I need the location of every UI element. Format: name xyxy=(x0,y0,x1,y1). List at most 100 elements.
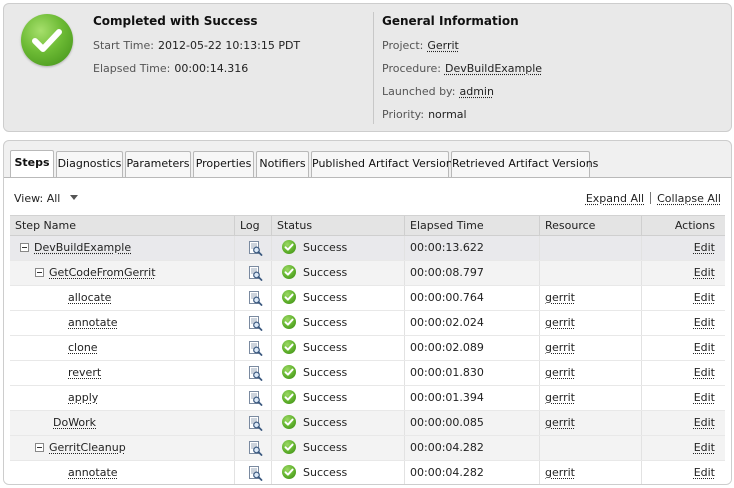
step-name-cell: GerritCleanup xyxy=(10,436,235,460)
edit-link[interactable]: Edit xyxy=(694,441,715,454)
log-magnifier-icon[interactable] xyxy=(247,265,263,281)
elapsed-time-cell: 00:00:02.089 xyxy=(405,336,540,360)
step-name-link[interactable]: annotate xyxy=(68,461,118,484)
log-magnifier-icon[interactable] xyxy=(247,290,263,306)
resource-link[interactable]: gerrit xyxy=(545,391,575,404)
log-magnifier-icon[interactable] xyxy=(247,365,263,381)
resource-link[interactable]: gerrit xyxy=(545,341,575,354)
step-name-link[interactable]: allocate xyxy=(68,286,111,310)
step-name-link[interactable]: annotate xyxy=(68,311,118,335)
step-name-link[interactable]: apply xyxy=(68,386,98,410)
edit-link[interactable]: Edit xyxy=(694,366,715,379)
step-name-link[interactable]: GetCodeFromGerrit xyxy=(49,261,156,285)
step-name-link[interactable]: revert xyxy=(68,361,101,385)
status-cell: Success xyxy=(272,361,405,385)
step-name-link[interactable]: DoWork xyxy=(53,411,96,435)
col-elapsed-time[interactable]: Elapsed Time xyxy=(405,216,540,235)
log-magnifier-icon[interactable] xyxy=(247,440,263,456)
edit-link[interactable]: Edit xyxy=(694,241,715,254)
collapse-minus-icon[interactable] xyxy=(20,243,29,252)
resource-cell: gerrit xyxy=(540,286,642,310)
resource-link[interactable]: gerrit xyxy=(545,416,575,429)
check-circle-icon xyxy=(282,265,296,279)
view-value[interactable]: All xyxy=(47,192,61,205)
resource-link[interactable]: gerrit xyxy=(545,316,575,329)
elapsed-time-value: 00:00:14.316 xyxy=(174,62,249,75)
tab-notifiers[interactable]: Notifiers xyxy=(256,151,309,177)
tab-retrieved-artifact-versions[interactable]: Retrieved Artifact Versions xyxy=(451,151,598,177)
table-row: annotate Success 00:00:02.024 gerrit Edit xyxy=(10,311,725,336)
status-text: Success xyxy=(303,441,348,454)
collapse-all-link[interactable]: Collapse All xyxy=(657,192,721,205)
procedure-label: Procedure: xyxy=(382,62,441,75)
expand-all-link[interactable]: Expand All xyxy=(586,192,644,205)
status-text: Success xyxy=(303,316,348,329)
edit-link[interactable]: Edit xyxy=(694,291,715,304)
status-text: Success xyxy=(303,366,348,379)
step-name-link[interactable]: DevBuildExample xyxy=(34,236,131,260)
check-circle-icon xyxy=(282,365,296,379)
col-status[interactable]: Status xyxy=(272,216,405,235)
table-body: DevBuildExample Success 00:00:13.622 Edit Ge… xyxy=(10,236,725,484)
table-row: annotate Success 00:00:04.282 gerrit Edit xyxy=(10,461,725,484)
actions-cell: Edit xyxy=(642,436,725,460)
check-circle-icon xyxy=(282,340,296,354)
priority-value: normal xyxy=(428,108,467,121)
log-magnifier-icon[interactable] xyxy=(247,240,263,256)
expand-collapse-links: Expand All Collapse All xyxy=(586,192,721,205)
edit-link[interactable]: Edit xyxy=(694,266,715,279)
tab-bar: Steps Diagnostics Parameters Properties … xyxy=(4,141,731,178)
tab-steps[interactable]: Steps xyxy=(10,150,54,178)
step-name-link[interactable]: clone xyxy=(68,336,98,360)
elapsed-time-cell: 00:00:01.394 xyxy=(405,386,540,410)
log-magnifier-icon[interactable] xyxy=(247,415,263,431)
log-magnifier-icon[interactable] xyxy=(247,465,263,481)
tab-diagnostics[interactable]: Diagnostics xyxy=(56,151,123,177)
log-magnifier-icon[interactable] xyxy=(247,390,263,406)
edit-link[interactable]: Edit xyxy=(694,391,715,404)
elapsed-time-cell: 00:00:00.764 xyxy=(405,286,540,310)
log-magnifier-icon[interactable] xyxy=(247,340,263,356)
launched-by-link[interactable]: admin xyxy=(459,85,493,98)
actions-cell: Edit xyxy=(642,361,725,385)
log-cell xyxy=(235,311,272,335)
chevron-down-icon[interactable] xyxy=(69,195,78,200)
status-text: Success xyxy=(303,341,348,354)
log-cell xyxy=(235,386,272,410)
resource-cell: gerrit xyxy=(540,311,642,335)
edit-link[interactable]: Edit xyxy=(694,341,715,354)
col-log[interactable]: Log xyxy=(235,216,272,235)
table-header: Step Name Log Status Elapsed Time Resour… xyxy=(10,215,725,236)
table-row: GetCodeFromGerrit Success 00:00:08.797 Edit xyxy=(10,261,725,286)
edit-link[interactable]: Edit xyxy=(694,316,715,329)
actions-cell: Edit xyxy=(642,411,725,435)
resource-link[interactable]: gerrit xyxy=(545,466,575,479)
resource-cell: gerrit xyxy=(540,461,642,484)
status-text: Success xyxy=(303,416,348,429)
project-label: Project: xyxy=(382,39,424,52)
tab-parameters[interactable]: Parameters xyxy=(125,151,191,177)
step-name-cell: allocate xyxy=(10,286,235,310)
edit-link[interactable]: Edit xyxy=(694,416,715,429)
resource-link[interactable]: gerrit xyxy=(545,366,575,379)
step-name-cell: GetCodeFromGerrit xyxy=(10,261,235,285)
log-magnifier-icon[interactable] xyxy=(247,315,263,331)
col-step-name[interactable]: Step Name xyxy=(10,216,235,235)
view-filter[interactable]: View: All xyxy=(14,192,78,205)
collapse-minus-icon[interactable] xyxy=(35,268,44,277)
resource-link[interactable]: gerrit xyxy=(545,291,575,304)
step-name-cell: clone xyxy=(10,336,235,360)
project-link[interactable]: Gerrit xyxy=(427,39,459,52)
log-cell xyxy=(235,261,272,285)
col-resource[interactable]: Resource xyxy=(540,216,642,235)
tab-properties[interactable]: Properties xyxy=(193,151,254,177)
procedure-link[interactable]: DevBuildExample xyxy=(445,62,542,75)
step-name-link[interactable]: GerritCleanup xyxy=(49,436,126,460)
collapse-minus-icon[interactable] xyxy=(35,443,44,452)
col-actions[interactable]: Actions xyxy=(642,216,725,235)
job-status-title: Completed with Success xyxy=(93,14,258,28)
edit-link[interactable]: Edit xyxy=(694,466,715,479)
launched-by-label: Launched by: xyxy=(382,85,456,98)
tab-published-artifact-versions[interactable]: Published Artifact Versions xyxy=(311,151,459,177)
start-time-line: Start Time: 2012-05-22 10:13:15 PDT xyxy=(93,39,300,52)
